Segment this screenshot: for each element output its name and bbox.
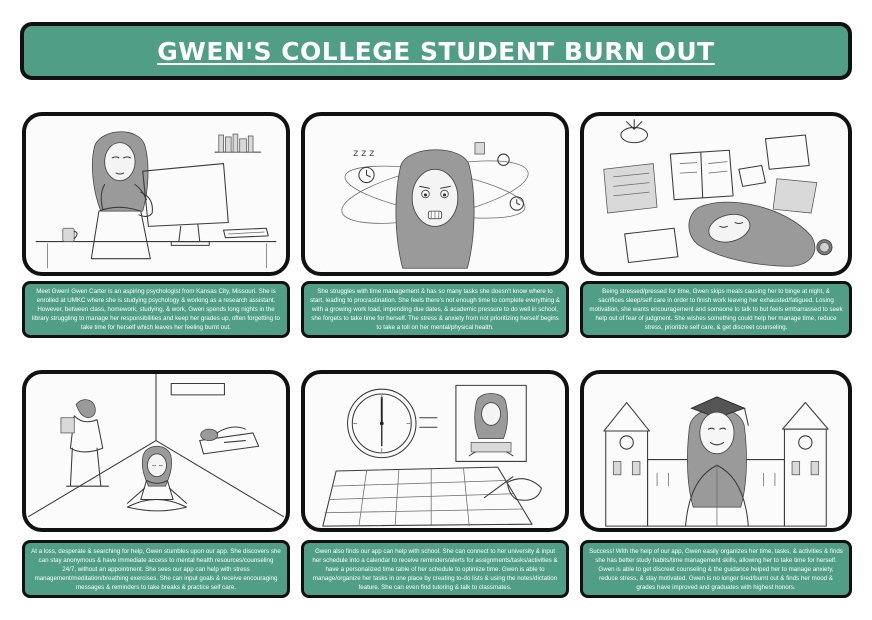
sketch-gwen-at-computer — [35, 131, 277, 269]
caption-text: Meet Gwen! Gwen Carter is an aspiring ps… — [32, 288, 280, 331]
sketch-gwen-self-care — [28, 374, 284, 518]
caption-panel-2: She struggles with time management & has… — [301, 281, 569, 338]
sketch-gwen-stressed: z z z — [341, 142, 529, 269]
caption-text: At a loss, desperate & searching for hel… — [31, 547, 281, 591]
storyboard-panel-1 — [22, 112, 290, 276]
caption-panel-4: At a loss, desperate & searching for hel… — [22, 540, 290, 598]
caption-text: Being stressed/pressed for time, Gwen sk… — [589, 288, 843, 331]
caption-panel-5: Gwen also finds our app can help with sc… — [301, 540, 569, 598]
title-banner: GWEN'S COLLEGE STUDENT BURN OUT — [20, 22, 852, 80]
sketch-gwen-asleep-on-desk — [603, 119, 833, 267]
storyboard-panel-3 — [580, 112, 852, 276]
caption-text: She struggles with time management & has… — [310, 288, 560, 331]
storyboard-panel-4 — [22, 370, 290, 532]
caption-text: Success! With the help of our app, Gwen … — [589, 547, 843, 591]
page-title: GWEN'S COLLEGE STUDENT BURN OUT — [157, 36, 715, 66]
caption-panel-6: Success! With the help of our app, Gwen … — [580, 540, 852, 598]
caption-panel-3: Being stressed/pressed for time, Gwen sk… — [580, 281, 852, 338]
sketch-schedule-and-tutoring — [322, 384, 542, 527]
sketch-gwen-graduation — [603, 396, 829, 527]
caption-text: Gwen also finds our app can help with sc… — [312, 547, 558, 591]
storyboard-panel-5 — [301, 370, 569, 532]
caption-panel-1: Meet Gwen! Gwen Carter is an aspiring ps… — [22, 281, 290, 338]
snore-text: z z z — [353, 148, 374, 159]
storyboard-panel-2: z z z — [301, 112, 569, 276]
storyboard-panel-6 — [580, 370, 852, 532]
